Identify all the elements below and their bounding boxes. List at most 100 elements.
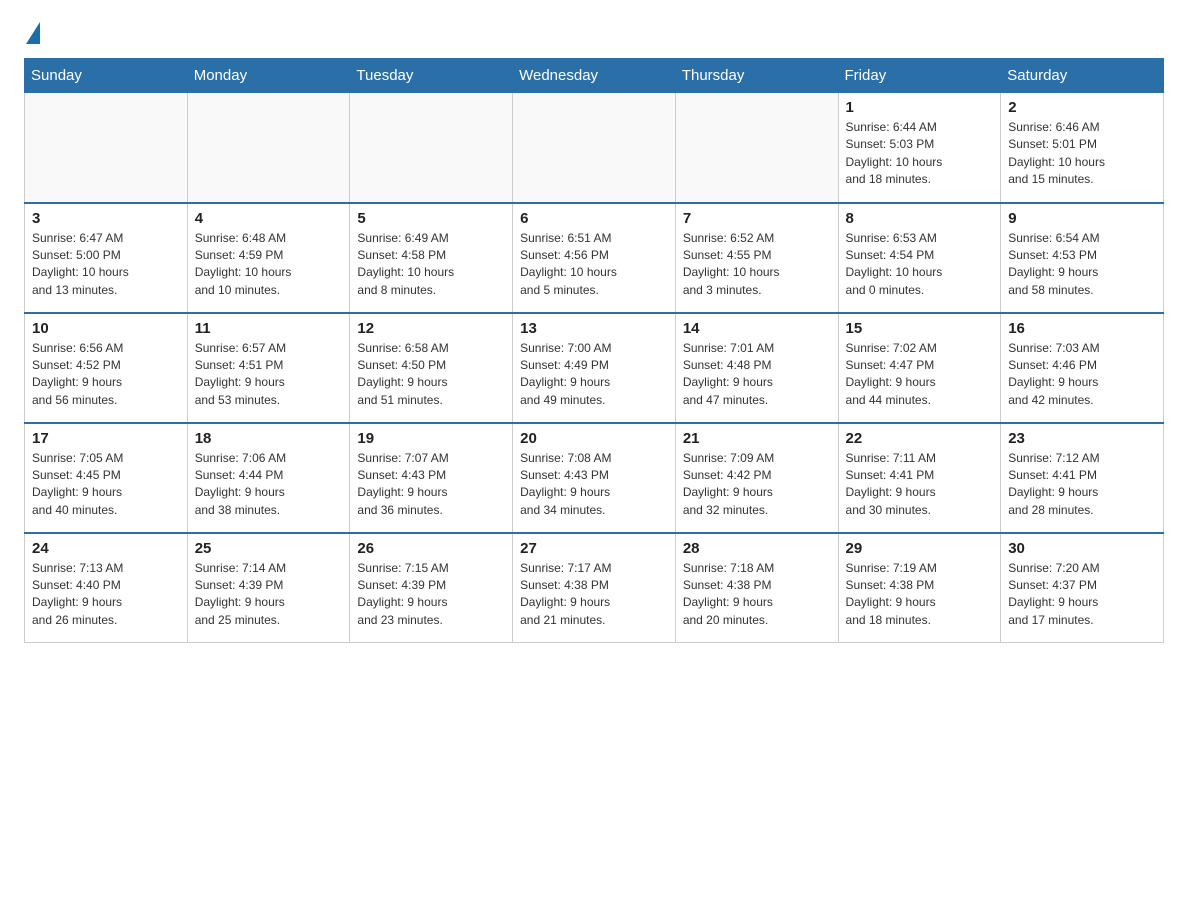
day-number: 23	[1008, 430, 1156, 447]
calendar-cell: 1 Sunrise: 6:44 AM Sunset: 5:03 PM Daylig…	[838, 93, 1001, 203]
calendar-cell: 23 Sunrise: 7:12 AM Sunset: 4:41 PM Dayli…	[1001, 423, 1164, 533]
calendar-cell: 19 Sunrise: 7:07 AM Sunset: 4:43 PM Dayli…	[350, 423, 513, 533]
logo-top	[24, 20, 40, 44]
day-info: Sunrise: 6:56 AM Sunset: 4:52 PM Dayligh…	[32, 340, 180, 410]
day-info: Sunrise: 7:06 AM Sunset: 4:44 PM Dayligh…	[195, 450, 343, 520]
day-number: 4	[195, 210, 343, 227]
day-info: Sunrise: 6:57 AM Sunset: 4:51 PM Dayligh…	[195, 340, 343, 410]
calendar-cell: 25 Sunrise: 7:14 AM Sunset: 4:39 PM Dayli…	[187, 533, 350, 643]
day-number: 3	[32, 210, 180, 227]
day-info: Sunrise: 7:00 AM Sunset: 4:49 PM Dayligh…	[520, 340, 668, 410]
day-info: Sunrise: 7:07 AM Sunset: 4:43 PM Dayligh…	[357, 450, 505, 520]
calendar-cell: 3 Sunrise: 6:47 AM Sunset: 5:00 PM Daylig…	[25, 203, 188, 313]
day-number: 5	[357, 210, 505, 227]
day-number: 14	[683, 320, 831, 337]
day-info: Sunrise: 7:14 AM Sunset: 4:39 PM Dayligh…	[195, 560, 343, 630]
day-number: 1	[846, 99, 994, 116]
weekday-saturday: Saturday	[1001, 59, 1164, 93]
calendar-cell: 26 Sunrise: 7:15 AM Sunset: 4:39 PM Dayli…	[350, 533, 513, 643]
calendar-cell: 15 Sunrise: 7:02 AM Sunset: 4:47 PM Dayli…	[838, 313, 1001, 423]
calendar-cell	[675, 93, 838, 203]
calendar-week-4: 17Sunrise: 7:05 AM Sunset: 4:45 PM Dayli…	[25, 423, 1164, 533]
day-info: Sunrise: 7:05 AM Sunset: 4:45 PM Dayligh…	[32, 450, 180, 520]
calendar-cell: 29Sunrise: 7:19 AM Sunset: 4:38 PM Dayli…	[838, 533, 1001, 643]
logo	[24, 20, 40, 40]
calendar: SundayMondayTuesdayWednesdayThursdayFrid…	[24, 58, 1164, 643]
calendar-cell	[25, 93, 188, 203]
day-info: Sunrise: 7:01 AM Sunset: 4:48 PM Dayligh…	[683, 340, 831, 410]
day-number: 11	[195, 320, 343, 337]
day-info: Sunrise: 7:13 AM Sunset: 4:40 PM Dayligh…	[32, 560, 180, 630]
day-info: Sunrise: 7:08 AM Sunset: 4:43 PM Dayligh…	[520, 450, 668, 520]
day-number: 26	[357, 540, 505, 557]
calendar-cell	[187, 93, 350, 203]
calendar-week-5: 24 Sunrise: 7:13 AM Sunset: 4:40 PM Dayli…	[25, 533, 1164, 643]
day-number: 30	[1008, 540, 1156, 557]
day-info: Sunrise: 6:58 AM Sunset: 4:50 PM Dayligh…	[357, 340, 505, 410]
weekday-wednesday: Wednesday	[513, 59, 676, 93]
day-info: Sunrise: 6:44 AM Sunset: 5:03 PM Dayligh…	[846, 119, 994, 189]
day-info: Sunrise: 6:47 AM Sunset: 5:00 PM Dayligh…	[32, 230, 180, 300]
weekday-header-row: SundayMondayTuesdayWednesdayThursdayFrid…	[25, 59, 1164, 93]
day-number: 21	[683, 430, 831, 447]
calendar-cell: 18Sunrise: 7:06 AM Sunset: 4:44 PM Dayli…	[187, 423, 350, 533]
calendar-cell: 5 Sunrise: 6:49 AM Sunset: 4:58 PM Daylig…	[350, 203, 513, 313]
day-number: 15	[846, 320, 994, 337]
day-info: Sunrise: 6:48 AM Sunset: 4:59 PM Dayligh…	[195, 230, 343, 300]
day-info: Sunrise: 7:09 AM Sunset: 4:42 PM Dayligh…	[683, 450, 831, 520]
day-info: Sunrise: 7:18 AM Sunset: 4:38 PM Dayligh…	[683, 560, 831, 630]
day-number: 19	[357, 430, 505, 447]
day-number: 7	[683, 210, 831, 227]
calendar-cell: 16 Sunrise: 7:03 AM Sunset: 4:46 PM Dayli…	[1001, 313, 1164, 423]
calendar-cell: 8Sunrise: 6:53 AM Sunset: 4:54 PM Daylig…	[838, 203, 1001, 313]
calendar-cell: 10Sunrise: 6:56 AM Sunset: 4:52 PM Dayli…	[25, 313, 188, 423]
day-info: Sunrise: 7:19 AM Sunset: 4:38 PM Dayligh…	[846, 560, 994, 630]
day-info: Sunrise: 6:51 AM Sunset: 4:56 PM Dayligh…	[520, 230, 668, 300]
calendar-week-1: 1 Sunrise: 6:44 AM Sunset: 5:03 PM Daylig…	[25, 93, 1164, 203]
calendar-week-3: 10Sunrise: 6:56 AM Sunset: 4:52 PM Dayli…	[25, 313, 1164, 423]
day-info: Sunrise: 6:54 AM Sunset: 4:53 PM Dayligh…	[1008, 230, 1156, 300]
day-number: 9	[1008, 210, 1156, 227]
calendar-cell: 24 Sunrise: 7:13 AM Sunset: 4:40 PM Dayli…	[25, 533, 188, 643]
calendar-cell: 12Sunrise: 6:58 AM Sunset: 4:50 PM Dayli…	[350, 313, 513, 423]
calendar-cell: 13 Sunrise: 7:00 AM Sunset: 4:49 PM Dayli…	[513, 313, 676, 423]
calendar-cell	[513, 93, 676, 203]
calendar-cell: 4 Sunrise: 6:48 AM Sunset: 4:59 PM Daylig…	[187, 203, 350, 313]
logo-triangle-icon	[26, 22, 40, 44]
calendar-cell: 22Sunrise: 7:11 AM Sunset: 4:41 PM Dayli…	[838, 423, 1001, 533]
weekday-thursday: Thursday	[675, 59, 838, 93]
day-number: 16	[1008, 320, 1156, 337]
day-info: Sunrise: 6:52 AM Sunset: 4:55 PM Dayligh…	[683, 230, 831, 300]
calendar-cell: 20 Sunrise: 7:08 AM Sunset: 4:43 PM Dayli…	[513, 423, 676, 533]
page: SundayMondayTuesdayWednesdayThursdayFrid…	[0, 0, 1188, 663]
calendar-cell: 30 Sunrise: 7:20 AM Sunset: 4:37 PM Dayli…	[1001, 533, 1164, 643]
header	[24, 20, 1164, 40]
day-info: Sunrise: 6:49 AM Sunset: 4:58 PM Dayligh…	[357, 230, 505, 300]
calendar-week-2: 3 Sunrise: 6:47 AM Sunset: 5:00 PM Daylig…	[25, 203, 1164, 313]
day-info: Sunrise: 7:17 AM Sunset: 4:38 PM Dayligh…	[520, 560, 668, 630]
day-number: 25	[195, 540, 343, 557]
day-number: 8	[846, 210, 994, 227]
weekday-monday: Monday	[187, 59, 350, 93]
day-info: Sunrise: 7:02 AM Sunset: 4:47 PM Dayligh…	[846, 340, 994, 410]
weekday-tuesday: Tuesday	[350, 59, 513, 93]
day-info: Sunrise: 7:12 AM Sunset: 4:41 PM Dayligh…	[1008, 450, 1156, 520]
calendar-cell: 27Sunrise: 7:17 AM Sunset: 4:38 PM Dayli…	[513, 533, 676, 643]
calendar-cell: 6 Sunrise: 6:51 AM Sunset: 4:56 PM Daylig…	[513, 203, 676, 313]
calendar-header: SundayMondayTuesdayWednesdayThursdayFrid…	[25, 59, 1164, 93]
day-number: 13	[520, 320, 668, 337]
calendar-cell	[350, 93, 513, 203]
day-number: 24	[32, 540, 180, 557]
weekday-sunday: Sunday	[25, 59, 188, 93]
day-info: Sunrise: 7:20 AM Sunset: 4:37 PM Dayligh…	[1008, 560, 1156, 630]
calendar-cell: 7 Sunrise: 6:52 AM Sunset: 4:55 PM Daylig…	[675, 203, 838, 313]
day-number: 20	[520, 430, 668, 447]
day-number: 2	[1008, 99, 1156, 116]
day-info: Sunrise: 7:11 AM Sunset: 4:41 PM Dayligh…	[846, 450, 994, 520]
day-info: Sunrise: 7:15 AM Sunset: 4:39 PM Dayligh…	[357, 560, 505, 630]
calendar-cell: 11 Sunrise: 6:57 AM Sunset: 4:51 PM Dayli…	[187, 313, 350, 423]
calendar-cell: 17Sunrise: 7:05 AM Sunset: 4:45 PM Dayli…	[25, 423, 188, 533]
day-number: 6	[520, 210, 668, 227]
day-info: Sunrise: 7:03 AM Sunset: 4:46 PM Dayligh…	[1008, 340, 1156, 410]
calendar-cell: 28Sunrise: 7:18 AM Sunset: 4:38 PM Dayli…	[675, 533, 838, 643]
